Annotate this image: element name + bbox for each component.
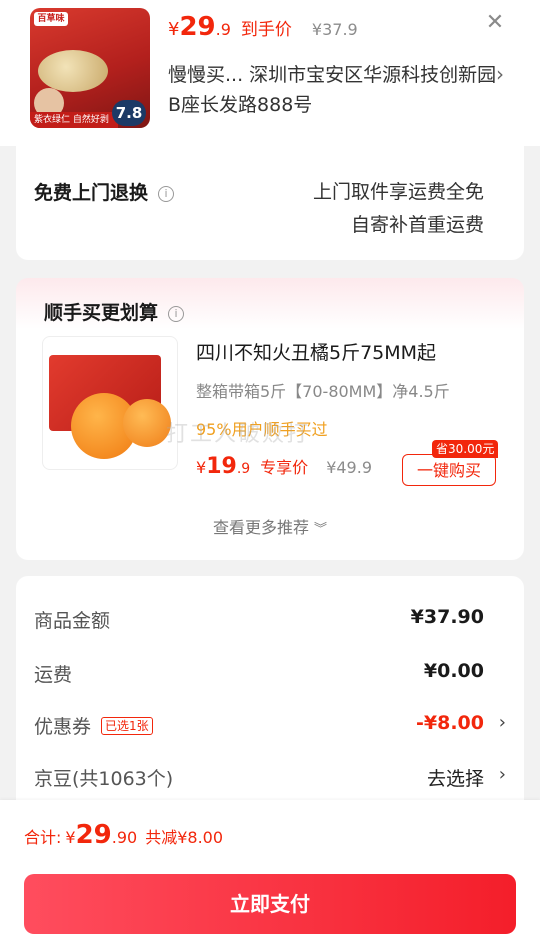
shipping-row: 运费 ¥0.00 xyxy=(34,654,506,694)
coupon-value: -¥8.00 xyxy=(416,712,484,734)
brand-logo: 百草味 xyxy=(34,12,68,26)
return-title-text: 免费上门退换 xyxy=(34,182,149,204)
info-icon[interactable]: i xyxy=(168,306,185,322)
orange-image xyxy=(123,399,171,447)
final-price: ¥29.9 到手价 ¥37.9 xyxy=(168,12,358,42)
original-price: ¥37.9 xyxy=(311,20,358,39)
total-decimal: .90 xyxy=(111,828,138,847)
coupon-label-text: 优惠券 xyxy=(34,716,92,738)
one-click-buy-button[interactable]: 一键购买 xyxy=(402,454,496,486)
goods-amount-row: 商品金额 ¥37.90 xyxy=(34,600,506,640)
return-description: 上门取件享运费全免 自寄补首重运费 xyxy=(313,176,484,242)
pay-now-button[interactable]: 立即支付 xyxy=(24,874,516,934)
more-recommend-link[interactable]: 查看更多推荐 ︾ xyxy=(16,514,524,538)
pistachio-image xyxy=(38,50,108,92)
thumbnail-strip-text: 紫衣绿仁 自然好剥 xyxy=(30,112,118,128)
product-header: 百草味 紫衣绿仁 自然好剥 7.8 ¥29.9 到手价 ¥37.9 ✕ 慢慢买.… xyxy=(0,0,540,146)
discount-text: 共减¥8.00 xyxy=(145,828,224,847)
shipping-label: 运费 xyxy=(34,664,73,686)
chevron-right-icon[interactable]: › xyxy=(499,764,506,785)
chevron-down-icon: ︾ xyxy=(314,522,328,537)
jingdou-value[interactable]: 去选择 xyxy=(427,764,484,791)
price-decimal: .9 xyxy=(215,20,231,39)
thumbnail-badge: 7.8 xyxy=(112,100,146,126)
currency-symbol: ¥ xyxy=(196,458,207,477)
coupon-row[interactable]: 优惠券 已选1张 -¥8.00 › xyxy=(34,706,506,746)
price-tag: 到手价 xyxy=(240,20,292,40)
recommend-product-spec: 整箱带箱5斤【70-80MM】净4.5斤 xyxy=(196,382,450,401)
jingdou-label: 京豆(共1063个) xyxy=(34,768,174,790)
more-recommend-label: 查看更多推荐 xyxy=(212,518,309,537)
shipping-value: ¥0.00 xyxy=(423,660,484,682)
coupon-label: 优惠券 已选1张 xyxy=(34,712,153,739)
jingdou-row[interactable]: 京豆(共1063个) 去选择 › xyxy=(34,758,506,798)
return-desc-line1: 上门取件享运费全免 xyxy=(312,181,484,203)
total-label: 合计: xyxy=(24,828,62,847)
recommend-title: 顺手买更划算 i xyxy=(44,298,185,325)
goods-amount-value: ¥37.90 xyxy=(410,606,484,628)
close-icon[interactable]: ✕ xyxy=(484,12,506,34)
goods-amount-label: 商品金额 xyxy=(34,610,111,632)
recommend-title-text: 顺手买更划算 xyxy=(44,302,159,324)
product-thumbnail[interactable]: 百草味 紫衣绿仁 自然好剥 7.8 xyxy=(30,8,150,128)
return-desc-line2: 自寄补首重运费 xyxy=(350,214,484,236)
price-integer: 19 xyxy=(206,454,237,479)
total-line: 合计: ¥29.90 共减¥8.00 xyxy=(24,820,223,850)
checkout-bar: 合计: ¥29.90 共减¥8.00 立即支付 xyxy=(0,800,540,934)
recommend-card: 顺手买更划算 i 四川不知火丑橘5斤75MM起 整箱带箱5斤【70-80MM】净4… xyxy=(16,278,524,560)
info-icon[interactable]: i xyxy=(158,186,175,202)
return-title: 免费上门退换 i xyxy=(34,178,175,205)
chevron-right-icon[interactable]: › xyxy=(496,62,504,86)
watermark-text: 打工人破败打 xyxy=(166,422,311,447)
recommend-product-name[interactable]: 四川不知火丑橘5斤75MM起 xyxy=(196,338,436,365)
return-service-card: 免费上门退换 i 上门取件享运费全免 自寄补首重运费 xyxy=(16,146,524,260)
currency-symbol: ¥ xyxy=(65,828,76,847)
shipping-address[interactable]: 慢慢买... 深圳市宝安区华源科技创新园B座长发路888号 xyxy=(168,60,498,120)
price-integer: 29 xyxy=(179,12,216,42)
chevron-right-icon[interactable]: › xyxy=(499,712,506,733)
original-price: ¥49.9 xyxy=(326,458,372,477)
total-integer: 29 xyxy=(75,820,112,850)
currency-symbol: ¥ xyxy=(168,19,180,40)
recommend-product-image[interactable] xyxy=(42,336,178,470)
order-summary-card: 商品金额 ¥37.90 运费 ¥0.00 优惠券 已选1张 -¥8.00 › 京豆… xyxy=(16,576,524,816)
price-tag: 专享价 xyxy=(260,458,309,477)
coupon-selected-badge: 已选1张 xyxy=(101,717,153,735)
price-decimal: .9 xyxy=(236,461,251,477)
recommend-price: ¥19.9 专享价 ¥49.9 xyxy=(196,454,372,479)
